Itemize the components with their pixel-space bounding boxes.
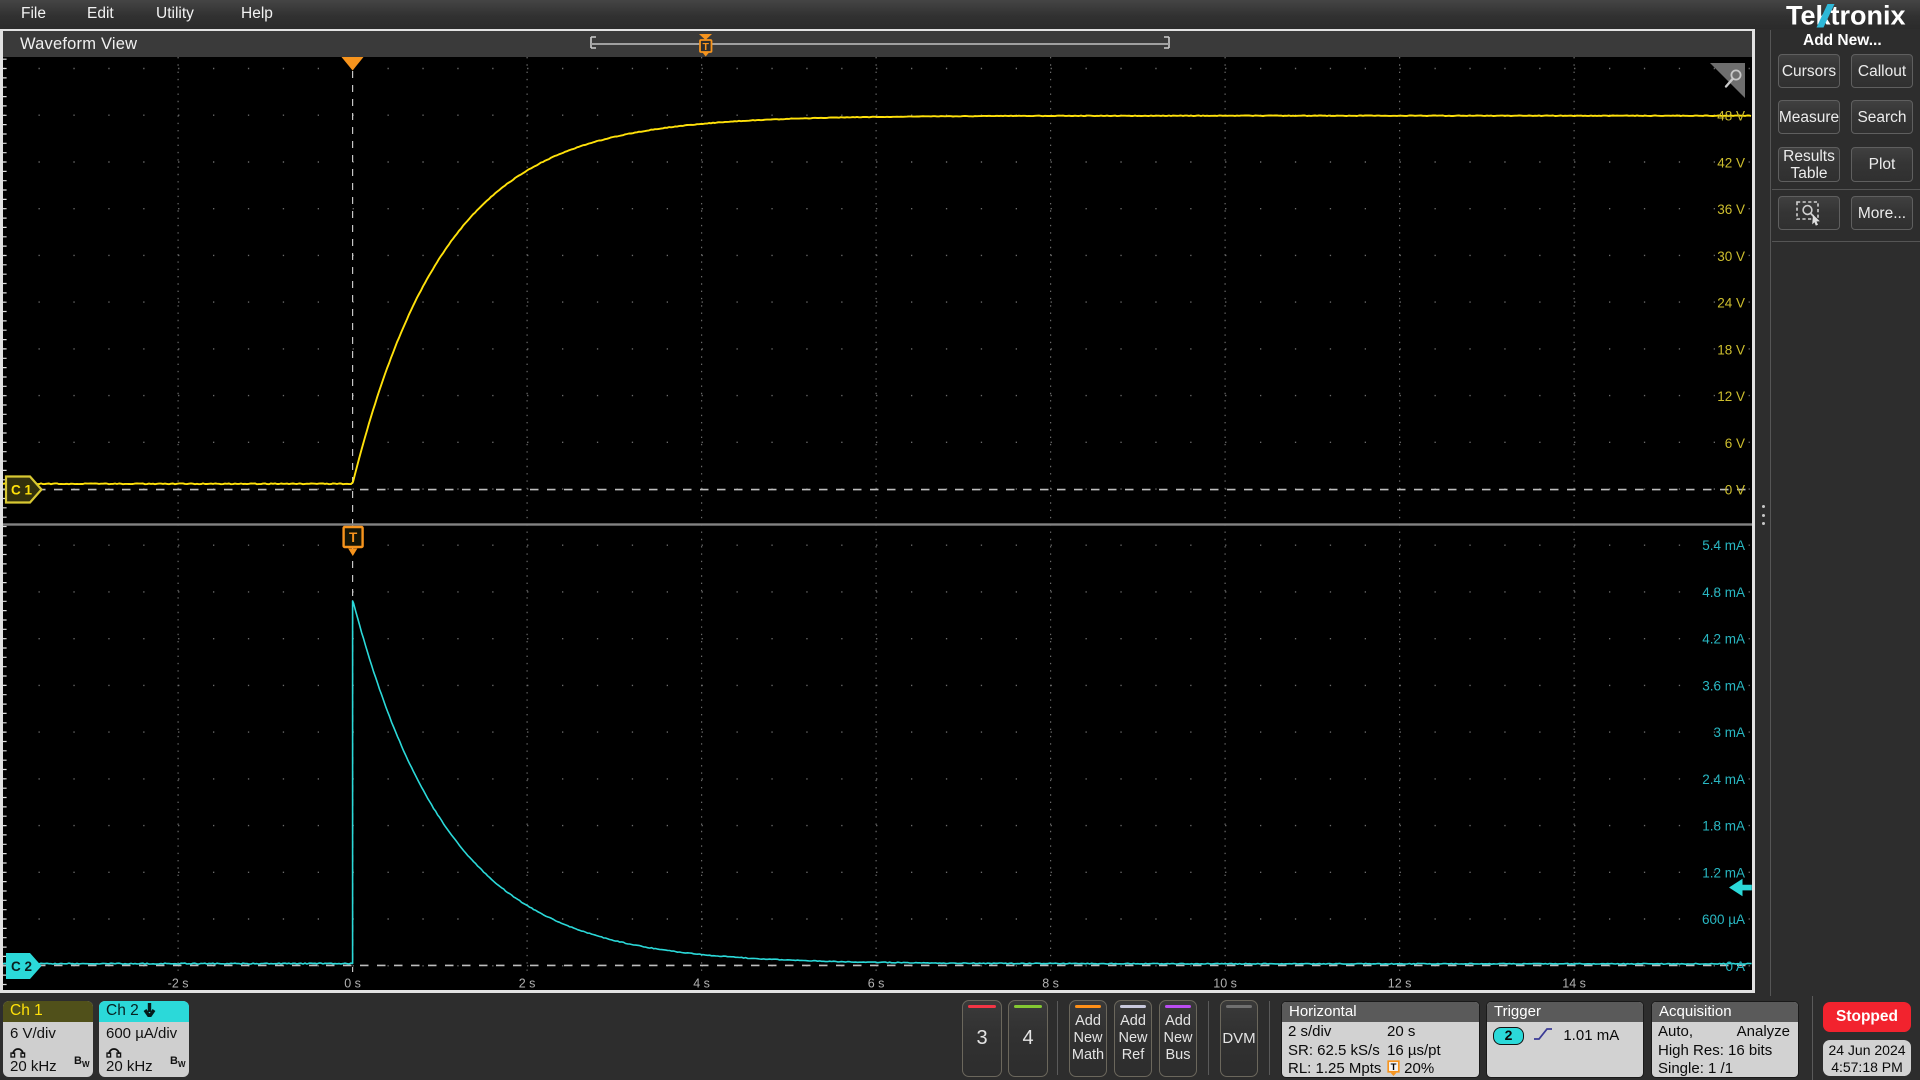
svg-text:T: T [1391,1062,1397,1073]
svg-text:1.8 mA: 1.8 mA [1702,819,1745,834]
svg-text:4 s: 4 s [693,977,710,991]
svg-text:14 s: 14 s [1562,977,1586,991]
svg-text:4.8 mA: 4.8 mA [1702,585,1745,600]
svg-text:6 s: 6 s [868,977,885,991]
svg-text:0 s: 0 s [344,977,361,991]
svg-text:T: T [702,41,709,53]
svg-text:48 V: 48 V [1717,109,1745,124]
svg-text:C 1: C 1 [11,483,33,498]
svg-text:4.2 mA: 4.2 mA [1702,632,1745,647]
svg-text:5.4 mA: 5.4 mA [1702,538,1745,553]
svg-text:0 A: 0 A [1725,959,1745,974]
svg-text:10 s: 10 s [1213,977,1237,991]
svg-text:2.4 mA: 2.4 mA [1702,772,1745,787]
svg-text:30 V: 30 V [1717,249,1745,264]
svg-text:-2 s: -2 s [168,977,189,991]
svg-text:2 s: 2 s [519,977,536,991]
svg-text:0 V: 0 V [1725,483,1745,498]
svg-text:3.6 mA: 3.6 mA [1702,678,1745,693]
svg-text:Tektronix: Tektronix [1786,2,1906,29]
svg-text:42 V: 42 V [1717,155,1745,170]
svg-text:6 V: 6 V [1725,436,1745,451]
svg-text:12 V: 12 V [1717,389,1745,404]
svg-text:8 s: 8 s [1042,977,1059,991]
svg-text:36 V: 36 V [1717,202,1745,217]
svg-text:12 s: 12 s [1388,977,1412,991]
svg-text:18 V: 18 V [1717,342,1745,357]
svg-text:24 V: 24 V [1717,296,1745,311]
svg-text:1.2 mA: 1.2 mA [1702,865,1745,880]
svg-text:C 2: C 2 [11,959,32,974]
svg-text:600 µA: 600 µA [1702,912,1745,927]
svg-text:T: T [349,530,358,545]
svg-text:3 mA: 3 mA [1713,725,1745,740]
